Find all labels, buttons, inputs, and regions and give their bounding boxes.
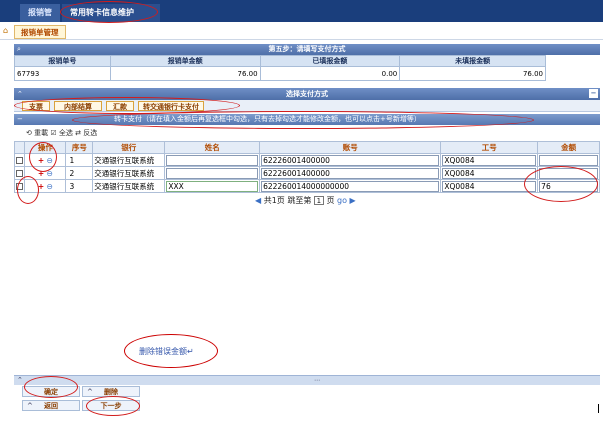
table-row: + ⊖ 2 交通银行互联系统 62226001400000 XQ0084 xyxy=(13,166,600,180)
table-row: + ⊖ 1 交通银行互联系统 62226001400000 XQ0084 xyxy=(13,153,600,167)
step-title: 第五步：请填写支付方式 xyxy=(268,45,346,53)
row-bank: 交通银行互联系统 xyxy=(92,153,166,167)
summary-value: 76.00 xyxy=(109,66,261,81)
footer-bar: ⌃ ⋯ xyxy=(14,375,600,385)
link-icon[interactable]: ⊖ xyxy=(47,182,53,191)
grid-header: 账号 xyxy=(259,141,442,154)
select-all-button[interactable]: 全选 xyxy=(59,129,73,137)
grid-toolbar: ⟲ 重載 ☑ 全选 ⇄ 反选 xyxy=(26,128,97,138)
annotation-ring xyxy=(29,142,57,172)
prev-page-icon[interactable]: ◀ xyxy=(255,196,261,205)
text-cursor xyxy=(598,404,599,413)
annotation-ring xyxy=(17,176,39,204)
name-field[interactable] xyxy=(166,167,259,179)
grid-header: 银行 xyxy=(92,141,166,154)
pay-method-title: 选择支付方式 xyxy=(286,90,328,98)
grid-header: 姓名 xyxy=(164,141,261,154)
annotation-ring xyxy=(24,376,78,398)
row-bank: 交通银行互联系统 xyxy=(92,179,166,193)
invert-selection-button[interactable]: 反选 xyxy=(83,129,97,137)
transfer-grid: 操作 序号 银行 姓名 账号 工号 金额 + ⊖ 1 交通银行互联系统 6222… xyxy=(13,141,600,193)
callout-text: 删除错误金额↵ xyxy=(139,347,194,356)
row-seq: 1 xyxy=(65,153,94,167)
pager: ◀ 共1页 跳至第 1 页 go ▶ xyxy=(255,195,356,206)
search-icon: ⌕ xyxy=(17,45,21,53)
summary-value: 67793 xyxy=(14,66,111,81)
step-title-bar: ⌕ 第五步：请填写支付方式 xyxy=(14,44,600,55)
collapse-icon[interactable]: − xyxy=(17,114,23,125)
employee-id-field[interactable]: XQ0084 xyxy=(442,167,537,179)
tab-reimbursement[interactable]: 报销管理 xyxy=(20,4,60,35)
tab-reimbursement-management[interactable]: 报销单管理 xyxy=(14,25,66,39)
select-all-icon[interactable]: ☑ xyxy=(50,129,56,137)
refresh-icon[interactable]: ⟲ xyxy=(26,129,32,137)
employee-id-field[interactable]: XQ0084 xyxy=(442,180,537,192)
annotation-ring xyxy=(60,1,158,23)
row-checkbox[interactable] xyxy=(16,170,23,177)
pager-text: 共1页 跳至第 xyxy=(263,196,312,205)
row-seq: 3 xyxy=(65,179,94,193)
grid-header: 工号 xyxy=(440,141,539,154)
grid-header-checkbox xyxy=(13,141,26,154)
annotation-ring xyxy=(72,111,534,129)
sub-tab-bar: ⌂ 报销单管理 xyxy=(0,22,603,40)
account-field[interactable]: 62226001400000 xyxy=(261,154,440,166)
summary-table: 报销单号 报销单金额 已填报金额 未填报金额 67793 76.00 0.00 … xyxy=(14,55,546,81)
employee-id-field[interactable]: XQ0084 xyxy=(442,154,537,166)
account-field[interactable]: 62226001400000 xyxy=(261,167,440,179)
back-button[interactable]: ^ 返回 xyxy=(22,400,80,411)
collapse-icon[interactable]: ⌃ xyxy=(17,376,23,384)
pager-text-suffix: 页 xyxy=(326,196,335,205)
delete-label: 删除 xyxy=(104,388,118,396)
summary-header: 报销单金额 xyxy=(109,55,261,67)
summary-header: 未填报金额 xyxy=(399,55,546,67)
page-number-input[interactable]: 1 xyxy=(313,196,324,205)
invert-icon[interactable]: ⇄ xyxy=(75,129,81,137)
name-field[interactable] xyxy=(166,154,259,166)
home-icon[interactable]: ⌂ xyxy=(3,26,8,35)
row-bank: 交通银行互联系统 xyxy=(92,166,166,180)
caret-up-icon: ^ xyxy=(87,388,93,396)
table-row: + ⊖ 3 交通银行互联系统 XXX 622260014000000000 XQ… xyxy=(13,179,600,193)
maximize-icon[interactable]: − xyxy=(589,89,598,98)
summary-value: 76.00 xyxy=(399,66,546,81)
annotation-ring xyxy=(524,166,598,202)
grid-header: 序号 xyxy=(65,141,94,154)
go-button[interactable]: go xyxy=(337,196,347,205)
splitter-icon[interactable]: ⋯ xyxy=(314,377,320,384)
summary-header: 已填报金额 xyxy=(259,55,401,67)
grid-header: 金额 xyxy=(537,141,600,154)
name-field[interactable]: XXX xyxy=(166,180,259,192)
summary-header: 报销单号 xyxy=(14,55,111,67)
summary-value: 0.00 xyxy=(259,66,401,81)
caret-up-icon: ^ xyxy=(27,402,33,410)
collapse-icon[interactable]: ⌃ xyxy=(17,88,23,100)
annotation-ring xyxy=(86,396,140,416)
next-page-icon[interactable]: ▶ xyxy=(350,196,356,205)
row-seq: 2 xyxy=(65,166,94,180)
row-checkbox[interactable] xyxy=(16,157,23,164)
refresh-button[interactable]: 重載 xyxy=(34,129,48,137)
back-label: 返回 xyxy=(44,402,58,410)
account-field[interactable]: 622260014000000000 xyxy=(261,180,440,192)
amount-field[interactable] xyxy=(539,154,598,166)
annotation-callout: 删除错误金额↵ xyxy=(124,334,218,368)
